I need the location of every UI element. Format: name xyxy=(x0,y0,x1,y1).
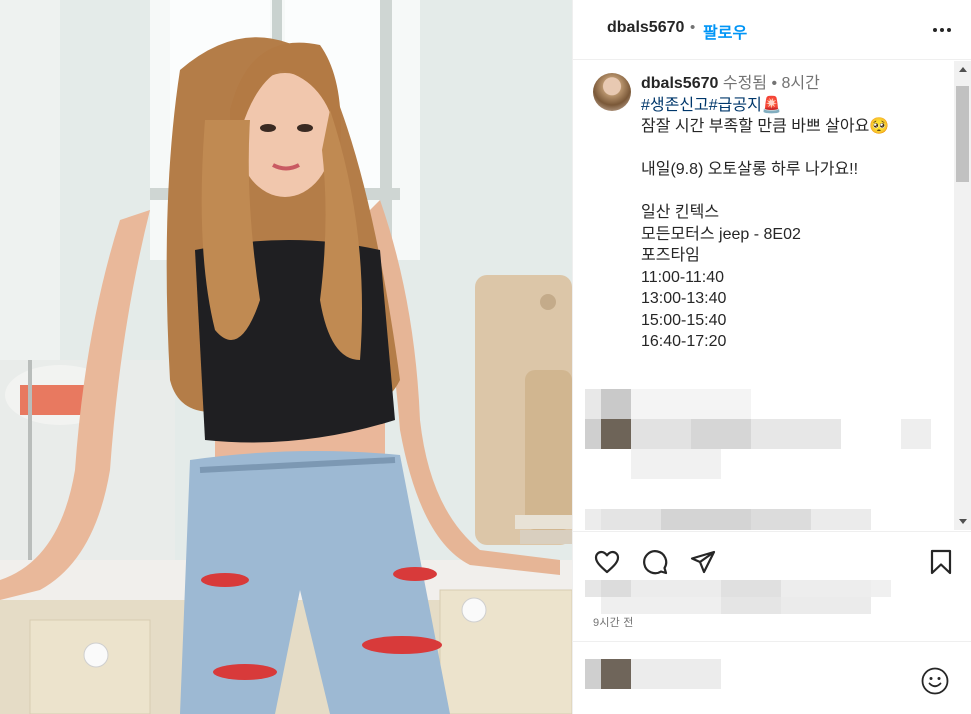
comments-scroll-area[interactable]: dbals5670 수정됨 • 8시간 #생존신고#급공지🚨 잠잘 시간 부족할… xyxy=(573,61,971,530)
time-slot: 15:00-15:40 xyxy=(641,311,727,329)
siren-emoji: 🚨 xyxy=(761,96,782,114)
like-button[interactable] xyxy=(591,546,623,578)
pleading-emoji: 🥺 xyxy=(869,118,890,135)
caption-line-4: 모든모터스 jeep - 8E02 xyxy=(641,225,801,243)
emoji-button[interactable] xyxy=(920,666,950,696)
caption-age: 8시간 xyxy=(781,75,820,92)
scrollbar[interactable] xyxy=(954,61,971,530)
caption-line-3: 일산 킨텍스 xyxy=(641,204,720,221)
caption-body: dbals5670 수정됨 • 8시간 #생존신고#급공지🚨 잠잘 시간 부족할… xyxy=(641,73,951,353)
comment-button[interactable] xyxy=(639,546,671,578)
scroll-down-arrow[interactable] xyxy=(954,513,971,530)
caption-line-1: 잠잘 시간 부족할 만큼 바쁘 살아요 xyxy=(641,118,870,135)
post-header: dbals5670 • 팔로우 xyxy=(573,0,971,60)
post-modal: dbals5670 • 팔로우 dbals5670 수정됨 • 8시간 #생존신… xyxy=(0,0,971,714)
caption-username[interactable]: dbals5670 xyxy=(641,75,718,92)
caption-line-5: 포즈타임 xyxy=(641,247,700,264)
avatar[interactable] xyxy=(593,73,631,111)
scrollbar-thumb[interactable] xyxy=(956,86,969,182)
time-slot: 11:00-11:40 xyxy=(641,268,725,286)
post-photo[interactable] xyxy=(0,0,572,714)
header-username[interactable]: dbals5670 xyxy=(607,19,684,37)
scroll-down-icon xyxy=(958,519,967,524)
comment-icon xyxy=(643,550,668,575)
caption-line-2: 내일(9.8) 오토살롱 하루 나가요!! xyxy=(641,161,859,178)
follow-button[interactable]: 팔로우 xyxy=(703,19,747,43)
scroll-up-arrow[interactable] xyxy=(954,61,971,78)
share-button[interactable] xyxy=(687,546,719,578)
post-timestamp: 9시간 전 xyxy=(593,617,634,629)
send-icon xyxy=(690,550,716,574)
header-separator: • xyxy=(690,19,696,36)
smiley-icon xyxy=(921,667,949,695)
heart-icon xyxy=(594,550,620,574)
add-comment-bar[interactable] xyxy=(573,641,971,714)
bookmark-icon xyxy=(930,549,952,575)
time-slot: 13:00-13:40 xyxy=(641,290,727,307)
more-options-button[interactable] xyxy=(926,14,958,46)
time-slot: 16:40-17:20 xyxy=(641,333,727,350)
scroll-up-icon xyxy=(958,67,967,72)
hashtags-link[interactable]: #생존신고#급공지 xyxy=(641,97,762,114)
photo-illustration xyxy=(0,0,572,714)
caption-separator: • xyxy=(771,75,778,92)
more-horizontal-icon xyxy=(933,28,951,32)
save-button[interactable] xyxy=(925,546,957,578)
post-side-panel: dbals5670 • 팔로우 dbals5670 수정됨 • 8시간 #생존신… xyxy=(572,0,971,714)
edited-label: 수정됨 xyxy=(722,75,768,92)
